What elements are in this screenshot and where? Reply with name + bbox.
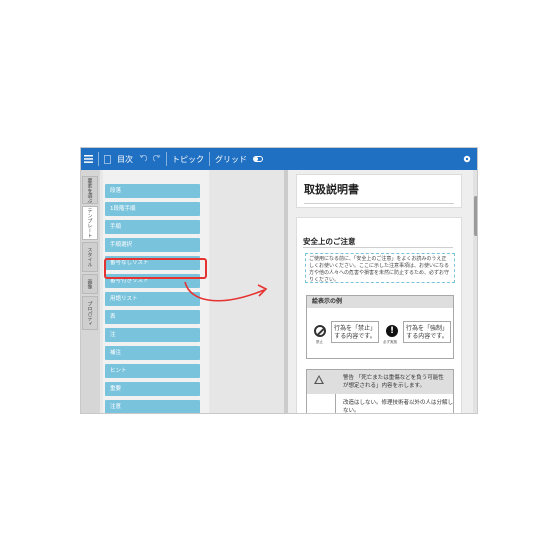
drag-arrow-icon xyxy=(184,281,268,302)
